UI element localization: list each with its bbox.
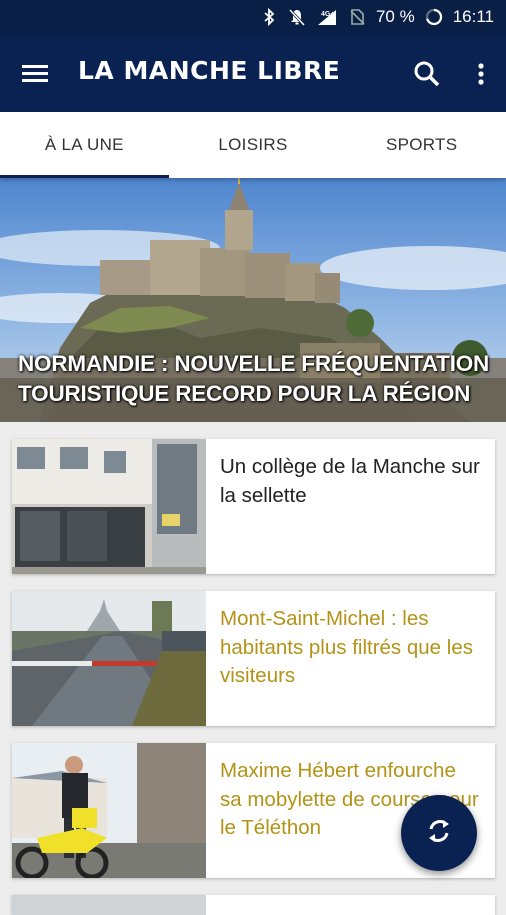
refresh-button[interactable] (401, 795, 477, 871)
article-thumbnail (12, 743, 206, 878)
menu-icon[interactable] (18, 58, 54, 88)
article-card[interactable]: Un collège de la Manche sur la sellette (12, 439, 495, 574)
article-title: Mont-Saint-Michel : les habitants plus f… (220, 607, 473, 687)
status-bar: 4G+ 70 % 16:11 (0, 0, 506, 34)
more-options-icon[interactable] (470, 58, 492, 90)
article-card[interactable] (12, 895, 495, 915)
battery-icon (425, 8, 443, 26)
signal-icon: 4G+ (316, 8, 338, 26)
app-bar: LA MANCHE LIBRE (0, 34, 506, 112)
network-type: 4G+ (321, 11, 334, 18)
article-thumbnail (12, 439, 206, 574)
tab-loisirs[interactable]: LOISIRS (169, 112, 338, 178)
tab-label: SPORTS (385, 135, 458, 154)
hero-article[interactable]: NORMANDIE : NOUVELLE FRÉQUENTATION TOURI… (0, 178, 506, 422)
category-tabs: À LA UNE LOISIRS SPORTS (0, 112, 506, 178)
tab-a-la-une[interactable]: À LA UNE (0, 112, 169, 178)
tab-label: LOISIRS (218, 135, 288, 154)
clock: 16:11 (452, 7, 494, 26)
article-card[interactable]: Mont-Saint-Michel : les habitants plus f… (12, 591, 495, 726)
refresh-icon (423, 815, 455, 852)
article-thumbnail (12, 591, 206, 726)
hero-headline: NORMANDIE : NOUVELLE FRÉQUENTATION TOURI… (18, 351, 490, 406)
notifications-off-icon (288, 8, 306, 26)
app-title: LA MANCHE LIBRE (78, 56, 341, 85)
article-title: Un collège de la Manche sur la sellette (220, 455, 480, 507)
sim-empty-icon (348, 8, 366, 26)
search-icon[interactable] (411, 58, 443, 90)
battery-percent: 70 % (375, 7, 415, 26)
article-thumbnail (12, 895, 206, 915)
tab-label: À LA UNE (44, 135, 124, 154)
tab-sports[interactable]: SPORTS (337, 112, 506, 178)
bluetooth-icon (260, 8, 278, 26)
